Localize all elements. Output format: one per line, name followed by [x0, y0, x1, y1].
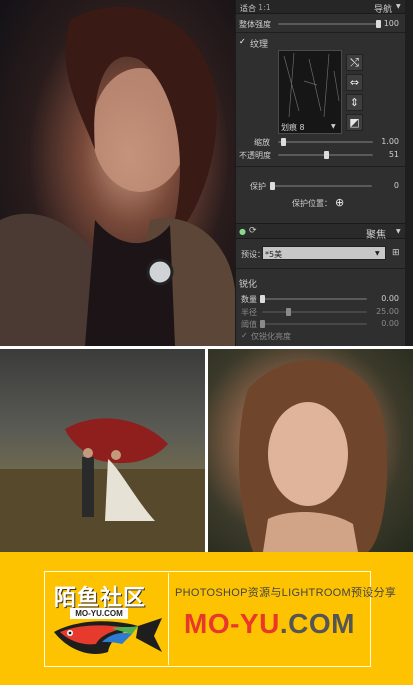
invert-button[interactable]: ◩	[346, 114, 363, 131]
site-url[interactable]: MO-YU.COM	[184, 608, 355, 640]
scale-slider[interactable]	[278, 141, 373, 143]
texture-label: 纹理	[250, 40, 269, 50]
radius-thumb[interactable]	[286, 308, 292, 316]
protect-value: 0	[393, 181, 399, 190]
filter-adjustment-panel: 适合 1:1 导航 ▼ 整体强度 100 ✓ 纹理 划痕 8 ▼ ⤭ ⇔ ⇕ ◩…	[235, 0, 406, 346]
overall-strength-slider[interactable]	[278, 23, 378, 25]
flip-vertical-icon: ⇕	[349, 96, 360, 109]
texture-checkbox[interactable]: ✓	[239, 37, 246, 46]
threshold-thumb[interactable]	[260, 320, 265, 328]
opacity-value: 51	[388, 150, 399, 159]
preset-menu-icon[interactable]: ⊞	[392, 248, 400, 258]
texture-preset-name: 划痕 8	[281, 123, 305, 132]
texture-preset-dropdown-icon[interactable]: ▼	[331, 123, 336, 130]
threshold-slider[interactable]	[262, 323, 367, 325]
photo-portrait-art	[238, 359, 388, 552]
protect-position-label: 保护位置：	[292, 199, 332, 208]
invert-icon: ◩	[349, 116, 360, 129]
panel-edge-strip	[405, 0, 413, 346]
overall-strength-label: 整体强度	[239, 20, 271, 29]
overall-strength-thumb[interactable]	[376, 20, 381, 28]
navigator-collapse-icon[interactable]: ▼	[396, 3, 401, 10]
site-url-part2: .COM	[279, 608, 355, 639]
shuffle-icon: ⤭	[350, 56, 359, 69]
flip-horizontal-icon: ⇔	[349, 76, 360, 89]
texture-scratch-art	[283, 52, 340, 118]
amount-value: 0.00	[381, 294, 399, 303]
fit-label[interactable]: 适合	[240, 3, 256, 14]
preset-dropdown-icon: ▼	[375, 250, 380, 257]
radius-slider[interactable]	[262, 311, 367, 313]
fish-logo-icon	[54, 618, 162, 654]
divider	[236, 268, 406, 269]
portrait-photo-fur-coat	[0, 0, 235, 346]
protect-target-icon[interactable]: ⊕	[335, 196, 344, 209]
focus-label: 聚焦	[366, 230, 386, 241]
preset-value: *5美	[265, 250, 283, 259]
luminance-only-label: 仅锐化亮度	[251, 332, 291, 341]
luminance-only-checkbox[interactable]: ✓	[241, 331, 248, 340]
protect-slider[interactable]	[272, 185, 372, 187]
girl-portrait-photo	[208, 349, 413, 552]
banner-divider	[168, 573, 169, 665]
wedding-couple-photo	[0, 349, 205, 552]
focus-toggle-icon[interactable]: ●	[239, 227, 246, 236]
amount-label: 数量	[241, 295, 257, 304]
sharpen-label: 锐化	[239, 280, 258, 290]
opacity-label: 不透明度	[239, 151, 271, 160]
protect-thumb[interactable]	[270, 182, 275, 190]
focus-collapse-icon[interactable]: ▼	[396, 228, 401, 235]
panel-header: 适合 1:1 导航 ▼	[236, 0, 406, 15]
shuffle-button[interactable]: ⤭	[346, 54, 363, 71]
flip-horizontal-button[interactable]: ⇔	[346, 74, 363, 91]
promo-banner: 陌鱼社区 MO-YU.COM PHOTOSHOP资源与LIGHTROOM预设分享…	[0, 552, 413, 685]
opacity-thumb[interactable]	[324, 151, 330, 159]
ratio-label[interactable]: 1:1	[258, 3, 271, 12]
overall-strength-value: 100	[383, 19, 399, 28]
scale-thumb[interactable]	[280, 138, 286, 146]
radius-value: 25.00	[376, 307, 399, 316]
scale-value: 1.00	[381, 137, 399, 146]
preset-dropdown[interactable]: *5美 ▼	[262, 246, 386, 260]
photo-main-art	[0, 6, 235, 346]
flip-vertical-button[interactable]: ⇕	[346, 94, 363, 111]
texture-preview[interactable]: 划痕 8 ▼	[278, 50, 342, 134]
threshold-value: 0.00	[381, 319, 399, 328]
photo-wedding-art	[0, 418, 205, 552]
amount-thumb[interactable]	[260, 295, 265, 303]
amount-slider[interactable]	[262, 298, 367, 300]
banner-tagline: PHOTOSHOP资源与LIGHTROOM预设分享	[175, 587, 397, 599]
navigator-label[interactable]: 导航	[374, 2, 392, 15]
protect-label: 保护	[250, 182, 266, 191]
scale-label: 缩放	[254, 138, 270, 147]
focus-section-header[interactable]: ● ⟳ 聚焦 ▼	[236, 223, 406, 241]
divider	[236, 166, 406, 167]
site-url-part1: MO-YU	[184, 608, 280, 639]
divider	[236, 32, 406, 33]
focus-reset-icon[interactable]: ⟳	[249, 226, 257, 236]
threshold-label: 阈值	[241, 320, 257, 329]
radius-label: 半径	[241, 308, 257, 317]
